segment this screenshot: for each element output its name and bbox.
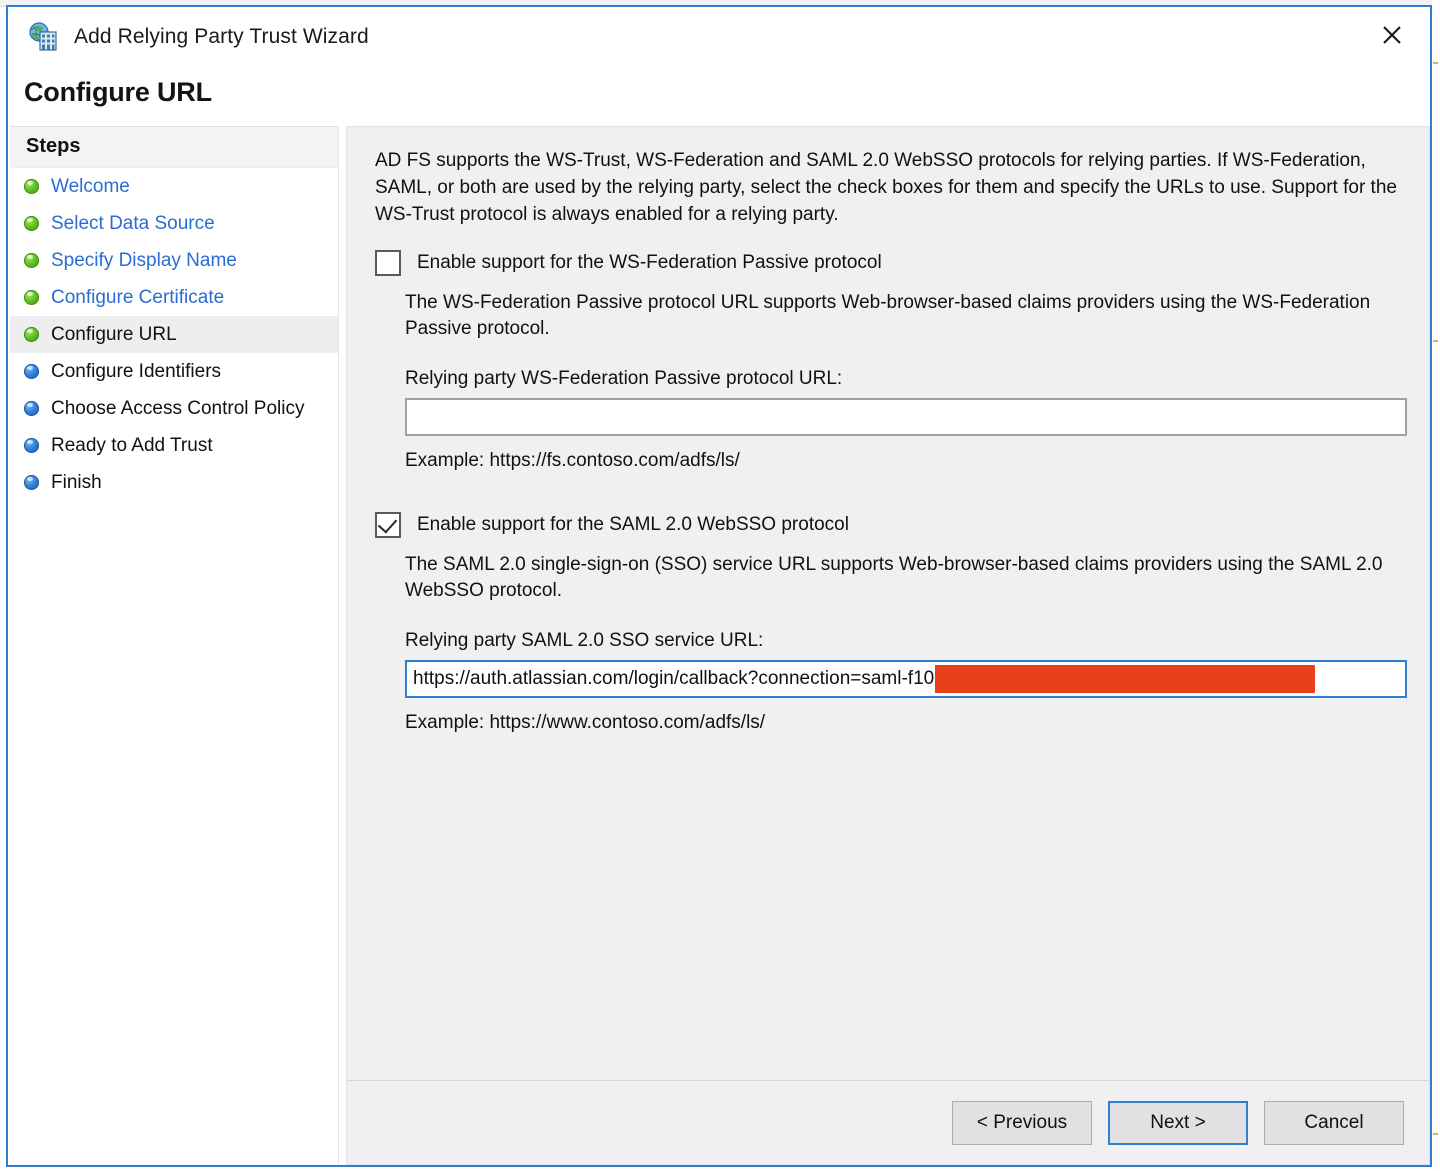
relying-party-trust-icon xyxy=(28,21,60,53)
saml-section: Enable support for the SAML 2.0 WebSSO p… xyxy=(375,512,1407,734)
page-title: Configure URL xyxy=(24,77,212,107)
steps-sidebar: Steps Welcome Select Data Source Specify… xyxy=(10,126,339,1165)
saml-url-example: Example: https://www.contoso.com/adfs/ls… xyxy=(405,712,766,733)
sidebar-item-configure-url[interactable]: Configure URL xyxy=(10,316,338,353)
background-tick-2 xyxy=(1433,340,1438,342)
saml-url-value: https://auth.atlassian.com/login/callbac… xyxy=(413,668,935,689)
step-status-green-icon xyxy=(24,216,39,231)
sidebar-item-label: Choose Access Control Policy xyxy=(51,398,305,419)
saml-checkbox-label: Enable support for the SAML 2.0 WebSSO p… xyxy=(417,514,849,535)
wsfed-url-label: Relying party WS-Federation Passive prot… xyxy=(405,368,843,389)
wsfed-enable-checkbox[interactable] xyxy=(375,250,401,276)
dialog-button-bar: < Previous Next > Cancel xyxy=(346,1081,1430,1165)
cancel-button[interactable]: Cancel xyxy=(1264,1100,1404,1145)
step-status-blue-icon xyxy=(24,364,39,379)
dialog-body: Steps Welcome Select Data Source Specify… xyxy=(8,126,1430,1165)
redaction-bar xyxy=(935,665,1316,693)
sidebar-item-label: Select Data Source xyxy=(51,213,215,234)
close-icon[interactable] xyxy=(1362,7,1422,63)
next-button[interactable]: Next > xyxy=(1108,1100,1248,1145)
checkmark-icon xyxy=(377,513,398,534)
sidebar-item-label: Finish xyxy=(51,472,102,493)
sidebar-item-configure-identifiers[interactable]: Configure Identifiers xyxy=(10,353,338,390)
sidebar-item-configure-certificate[interactable]: Configure Certificate xyxy=(10,279,338,316)
intro-description: AD FS supports the WS-Trust, WS-Federati… xyxy=(375,150,1397,225)
saml-url-input[interactable]: https://auth.atlassian.com/login/callbac… xyxy=(405,660,1407,698)
wsfed-checkbox-label: Enable support for the WS-Federation Pas… xyxy=(417,252,882,273)
sidebar-item-label: Configure Identifiers xyxy=(51,361,222,382)
wsfed-description: The WS-Federation Passive protocol URL s… xyxy=(405,292,1371,339)
sidebar-item-welcome[interactable]: Welcome xyxy=(10,168,338,205)
wsfed-checkbox-row[interactable]: Enable support for the WS-Federation Pas… xyxy=(375,250,1407,276)
sidebar-item-ready-to-add-trust[interactable]: Ready to Add Trust xyxy=(10,427,338,464)
background-tick-3 xyxy=(1433,1133,1438,1135)
step-status-green-icon xyxy=(24,327,39,342)
sidebar-item-label: Welcome xyxy=(51,176,130,197)
content-column: AD FS supports the WS-Trust, WS-Federati… xyxy=(339,126,1430,1165)
sidebar-item-label: Configure URL xyxy=(51,324,177,345)
add-relying-party-trust-wizard-window: Add Relying Party Trust Wizard Configure… xyxy=(6,5,1432,1167)
sidebar-item-label: Specify Display Name xyxy=(51,250,237,271)
sidebar-item-label: Configure Certificate xyxy=(51,287,225,308)
background-tick-1 xyxy=(1433,62,1438,64)
saml-description: The SAML 2.0 single-sign-on (SSO) servic… xyxy=(405,554,1383,601)
title-bar: Add Relying Party Trust Wizard xyxy=(8,7,1430,67)
wsfed-section: Enable support for the WS-Federation Pas… xyxy=(375,250,1407,472)
wsfed-url-example: Example: https://fs.contoso.com/adfs/ls/ xyxy=(405,450,740,471)
step-status-green-icon xyxy=(24,179,39,194)
sidebar-item-select-data-source[interactable]: Select Data Source xyxy=(10,205,338,242)
step-status-green-icon xyxy=(24,253,39,268)
sidebar-item-label: Ready to Add Trust xyxy=(51,435,213,456)
saml-enable-checkbox[interactable] xyxy=(375,512,401,538)
steps-header: Steps xyxy=(10,127,338,168)
previous-button[interactable]: < Previous xyxy=(952,1100,1092,1145)
background-window-sliver-right xyxy=(1432,0,1440,1171)
step-status-blue-icon xyxy=(24,475,39,490)
content-panel: AD FS supports the WS-Trust, WS-Federati… xyxy=(346,126,1430,1081)
sidebar-item-choose-access-control-policy[interactable]: Choose Access Control Policy xyxy=(10,390,338,427)
wsfed-url-input[interactable] xyxy=(405,398,1407,436)
window-title: Add Relying Party Trust Wizard xyxy=(74,25,369,48)
saml-checkbox-row[interactable]: Enable support for the SAML 2.0 WebSSO p… xyxy=(375,512,1407,538)
sidebar-item-finish[interactable]: Finish xyxy=(10,464,338,501)
step-status-blue-icon xyxy=(24,401,39,416)
step-status-green-icon xyxy=(24,290,39,305)
sidebar-item-specify-display-name[interactable]: Specify Display Name xyxy=(10,242,338,279)
saml-url-label: Relying party SAML 2.0 SSO service URL: xyxy=(405,630,764,651)
step-status-blue-icon xyxy=(24,438,39,453)
